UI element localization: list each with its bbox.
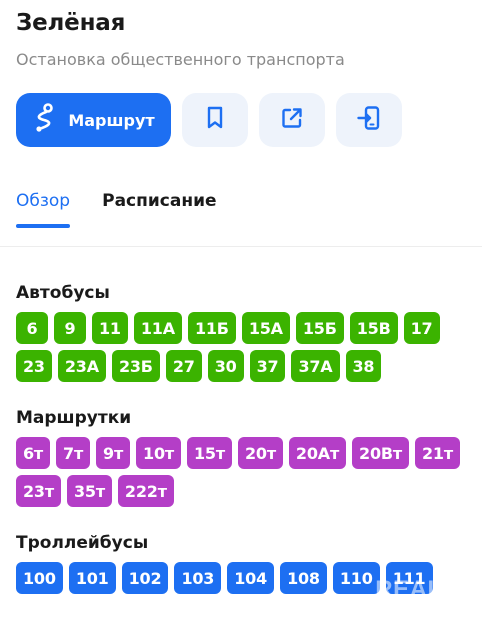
- bus-route-chip[interactable]: 11: [92, 312, 128, 344]
- minibus-route-chip[interactable]: 23т: [16, 475, 61, 507]
- tab-schedule[interactable]: Расписание: [102, 188, 216, 228]
- minibus-route-chip[interactable]: 35т: [66, 475, 112, 507]
- section-title-trolleybuses: Троллейбусы: [16, 533, 149, 553]
- bus-route-list: 6 9 11 11А 11Б 15А 15Б 15В 17 23 23А 23Б 27 30 37 37А 38: [16, 312, 472, 382]
- minibus-route-chip[interactable]: 20Вт: [352, 437, 409, 469]
- bus-route-chip[interactable]: 9: [54, 312, 86, 344]
- trolleybus-route-chip[interactable]: 108: [280, 562, 327, 594]
- bus-route-chip[interactable]: 23Б: [111, 350, 160, 382]
- minibus-route-chip[interactable]: 10т: [136, 437, 181, 469]
- tab-overview[interactable]: Обзор: [16, 188, 71, 228]
- bookmark-button[interactable]: [182, 93, 248, 147]
- bus-route-chip[interactable]: 27: [165, 350, 202, 382]
- minibus-route-chip[interactable]: 7т: [56, 437, 91, 469]
- section-title-buses: Автобусы: [16, 283, 110, 303]
- bus-route-chip[interactable]: 6: [16, 312, 48, 344]
- minibus-route-chip[interactable]: 222т: [117, 475, 174, 507]
- minibus-route-chip[interactable]: 20Ат: [288, 437, 347, 469]
- bus-route-chip[interactable]: 15Б: [295, 312, 344, 344]
- bus-route-chip[interactable]: 23: [16, 350, 52, 382]
- bus-route-chip[interactable]: 15В: [349, 312, 398, 344]
- bus-route-chip[interactable]: 38: [345, 350, 382, 382]
- section-title-minibuses: Маршрутки: [16, 408, 132, 428]
- send-to-phone-icon: [356, 105, 382, 135]
- tab-bar: Обзор Расписание: [16, 188, 217, 228]
- page-title: Зелёная: [16, 10, 126, 36]
- send-to-phone-button[interactable]: [336, 93, 402, 147]
- trolleybus-route-chip[interactable]: 100: [16, 562, 63, 594]
- minibus-route-chip[interactable]: 9т: [96, 437, 131, 469]
- bus-route-chip[interactable]: 15А: [241, 312, 290, 344]
- bookmark-icon: [204, 106, 226, 134]
- route-icon: [32, 103, 58, 137]
- bus-route-chip[interactable]: 17: [403, 312, 440, 344]
- minibus-route-list: 6т 7т 9т 10т 15т 20т 20Ат 20Вт 21т 23т 35т 222т: [16, 437, 472, 507]
- trolleybus-route-chip[interactable]: 101: [68, 562, 116, 594]
- minibus-route-chip[interactable]: 6т: [16, 437, 51, 469]
- bus-route-chip[interactable]: 11А: [133, 312, 182, 344]
- route-button-label: Маршрут: [68, 110, 155, 130]
- bus-route-chip[interactable]: 11Б: [187, 312, 236, 344]
- trolleybus-route-chip[interactable]: 103: [174, 562, 222, 594]
- tab-divider: [0, 246, 482, 247]
- bus-route-chip[interactable]: 37: [249, 350, 286, 382]
- stop-header: Зелёная Остановка общественного транспор…: [16, 8, 466, 70]
- section-buses: Автобусы 6 9 11 11А 11Б 15А 15Б 15В 17 23 23А 23Б 27…: [16, 282, 472, 382]
- minibus-route-chip[interactable]: 21т: [414, 437, 460, 469]
- action-bar: Маршрут: [16, 93, 402, 147]
- page-subtitle: Остановка общественного транспорта: [16, 50, 345, 69]
- trolleybus-route-chip[interactable]: 102: [121, 562, 169, 594]
- bus-route-chip[interactable]: 23А: [57, 350, 106, 382]
- minibus-route-chip[interactable]: 15т: [187, 437, 232, 469]
- section-minibuses: Маршрутки 6т 7т 9т 10т 15т 20т 20Ат 20Вт 21т 23т 3…: [16, 407, 472, 507]
- route-button[interactable]: Маршрут: [16, 93, 171, 147]
- share-button[interactable]: [259, 93, 325, 147]
- minibus-route-chip[interactable]: 20т: [237, 437, 283, 469]
- bus-route-chip[interactable]: 37А: [291, 350, 340, 382]
- share-icon: [280, 106, 304, 134]
- bus-route-chip[interactable]: 30: [207, 350, 244, 382]
- watermark-logo: REALT: [375, 576, 456, 603]
- trolleybus-route-chip[interactable]: 104: [227, 562, 275, 594]
- trolleybus-route-chip[interactable]: 110: [332, 562, 380, 594]
